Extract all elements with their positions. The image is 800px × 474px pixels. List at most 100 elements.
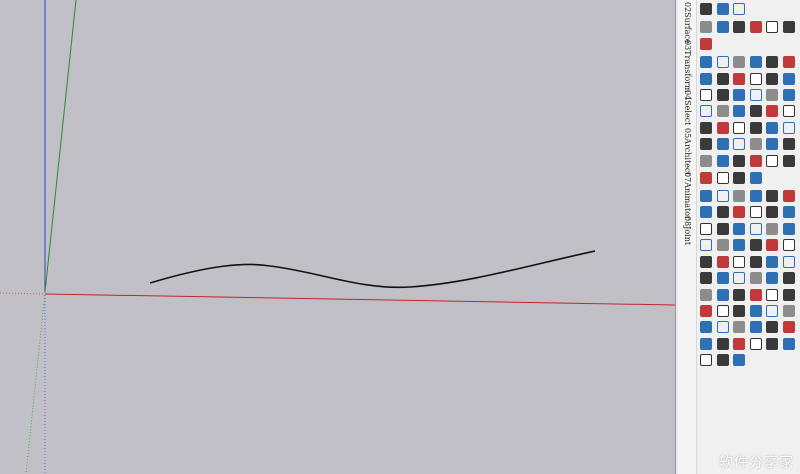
- wave-icon[interactable]: [782, 105, 795, 117]
- protractor-icon[interactable]: [716, 256, 729, 268]
- measure-icon[interactable]: [749, 338, 762, 350]
- undo-icon[interactable]: [749, 190, 762, 202]
- polygon-icon[interactable]: [716, 223, 729, 235]
- textured-icon[interactable]: [749, 321, 762, 333]
- tab-03transform[interactable]: 03Transform: [680, 40, 694, 93]
- line-icon[interactable]: [766, 138, 778, 150]
- position-camera-icon[interactable]: [733, 289, 745, 301]
- shell-icon[interactable]: [782, 223, 795, 235]
- stack-icon[interactable]: [716, 172, 729, 184]
- spiral-icon[interactable]: [700, 89, 712, 101]
- back-edges-icon[interactable]: [782, 321, 795, 333]
- refresh-icon[interactable]: [733, 239, 745, 251]
- angle-alt-icon[interactable]: [782, 56, 795, 68]
- cube-group-icon[interactable]: [700, 3, 712, 15]
- tab-07animator[interactable]: 07Animator: [680, 172, 694, 220]
- box-icon[interactable]: [700, 21, 712, 33]
- stair-alt-icon[interactable]: [716, 122, 729, 134]
- pin-icon[interactable]: [700, 172, 712, 184]
- sphere-icon[interactable]: [700, 73, 712, 85]
- gear-icon[interactable]: [733, 155, 745, 167]
- tab-04select[interactable]: 04Select: [680, 90, 694, 125]
- corner-icon[interactable]: [700, 105, 712, 117]
- push-pull-icon[interactable]: [766, 239, 778, 251]
- arc-alt-icon[interactable]: [766, 105, 778, 117]
- look-around-icon[interactable]: [716, 289, 729, 301]
- follow-me-icon[interactable]: [782, 239, 795, 251]
- path-icon[interactable]: [716, 138, 729, 150]
- roof-icon[interactable]: [766, 21, 778, 33]
- pan-icon[interactable]: [716, 272, 729, 284]
- add-layer-icon[interactable]: [716, 354, 729, 366]
- stair-icon[interactable]: [700, 122, 712, 134]
- dimension-icon[interactable]: [733, 256, 745, 268]
- zigzag-icon[interactable]: [716, 155, 729, 167]
- close-icon[interactable]: [766, 338, 778, 350]
- back-view-icon[interactable]: [733, 305, 745, 317]
- roof-alt-icon[interactable]: [782, 21, 795, 33]
- top-view-icon[interactable]: [782, 289, 795, 301]
- search-icon[interactable]: [716, 190, 729, 202]
- grid-alt-icon[interactable]: [782, 206, 795, 218]
- camera-icon[interactable]: [733, 338, 745, 350]
- move-cross-icon[interactable]: [766, 73, 778, 85]
- help-icon[interactable]: [733, 3, 745, 15]
- scale-icon[interactable]: [749, 89, 762, 101]
- cone-icon[interactable]: [766, 223, 778, 235]
- axis-icon[interactable]: [733, 172, 745, 184]
- bracket-alt-icon[interactable]: [716, 56, 729, 68]
- eye-icon[interactable]: [733, 73, 745, 85]
- previous-view-icon[interactable]: [782, 272, 795, 284]
- move-icon[interactable]: [749, 73, 762, 85]
- bottom-view-icon[interactable]: [766, 305, 778, 317]
- spring-icon[interactable]: [716, 89, 729, 101]
- ring-icon[interactable]: [700, 138, 712, 150]
- rectangle-icon[interactable]: [700, 338, 712, 350]
- zoom-extents-icon[interactable]: [766, 272, 778, 284]
- railing-icon[interactable]: [782, 122, 795, 134]
- reload-icon[interactable]: [733, 354, 745, 366]
- pencil-icon[interactable]: [700, 190, 712, 202]
- text-icon[interactable]: [749, 256, 762, 268]
- hidden-line-icon[interactable]: [716, 321, 729, 333]
- dot-icon[interactable]: [749, 138, 762, 150]
- ladder-icon[interactable]: [766, 122, 778, 134]
- pie-icon[interactable]: [749, 223, 762, 235]
- link-icon[interactable]: [766, 155, 778, 167]
- house-outline-icon[interactable]: [733, 21, 745, 33]
- 3d-viewport[interactable]: [0, 0, 675, 474]
- torus-icon[interactable]: [716, 73, 729, 85]
- redo-icon[interactable]: [766, 190, 778, 202]
- frame-icon[interactable]: [733, 138, 745, 150]
- expand-icon[interactable]: [782, 338, 795, 350]
- front-view-icon[interactable]: [700, 305, 712, 317]
- figure-icon[interactable]: [700, 155, 712, 167]
- rotate-icon[interactable]: [716, 239, 729, 251]
- triangle-icon[interactable]: [766, 89, 778, 101]
- left-view-icon[interactable]: [749, 305, 762, 317]
- corner-alt-icon[interactable]: [716, 105, 729, 117]
- viewport-canvas[interactable]: [0, 0, 675, 474]
- zoom-window-icon[interactable]: [749, 272, 762, 284]
- curve-arrow-icon[interactable]: [733, 89, 745, 101]
- zoom-icon[interactable]: [733, 272, 745, 284]
- building-icon[interactable]: [749, 21, 762, 33]
- curves-icon[interactable]: [749, 206, 762, 218]
- tab-08joint[interactable]: 08Joint: [680, 216, 694, 245]
- fillet-icon[interactable]: [749, 105, 762, 117]
- right-view-icon[interactable]: [716, 305, 729, 317]
- offset-icon[interactable]: [749, 239, 762, 251]
- settings-icon[interactable]: [700, 354, 712, 366]
- angle-icon[interactable]: [733, 56, 745, 68]
- arc-tool-icon[interactable]: [733, 223, 745, 235]
- tab-02surface[interactable]: 02Surface: [680, 2, 694, 44]
- footprints-icon[interactable]: [749, 289, 762, 301]
- move-tool-icon[interactable]: [700, 239, 712, 251]
- square-icon[interactable]: [766, 206, 778, 218]
- lasso-icon[interactable]: [749, 155, 762, 167]
- pointer-icon[interactable]: [782, 190, 795, 202]
- circle-icon[interactable]: [700, 223, 712, 235]
- wave-alt-icon[interactable]: [782, 138, 795, 150]
- xray-icon[interactable]: [782, 305, 795, 317]
- arc-icon[interactable]: [733, 105, 745, 117]
